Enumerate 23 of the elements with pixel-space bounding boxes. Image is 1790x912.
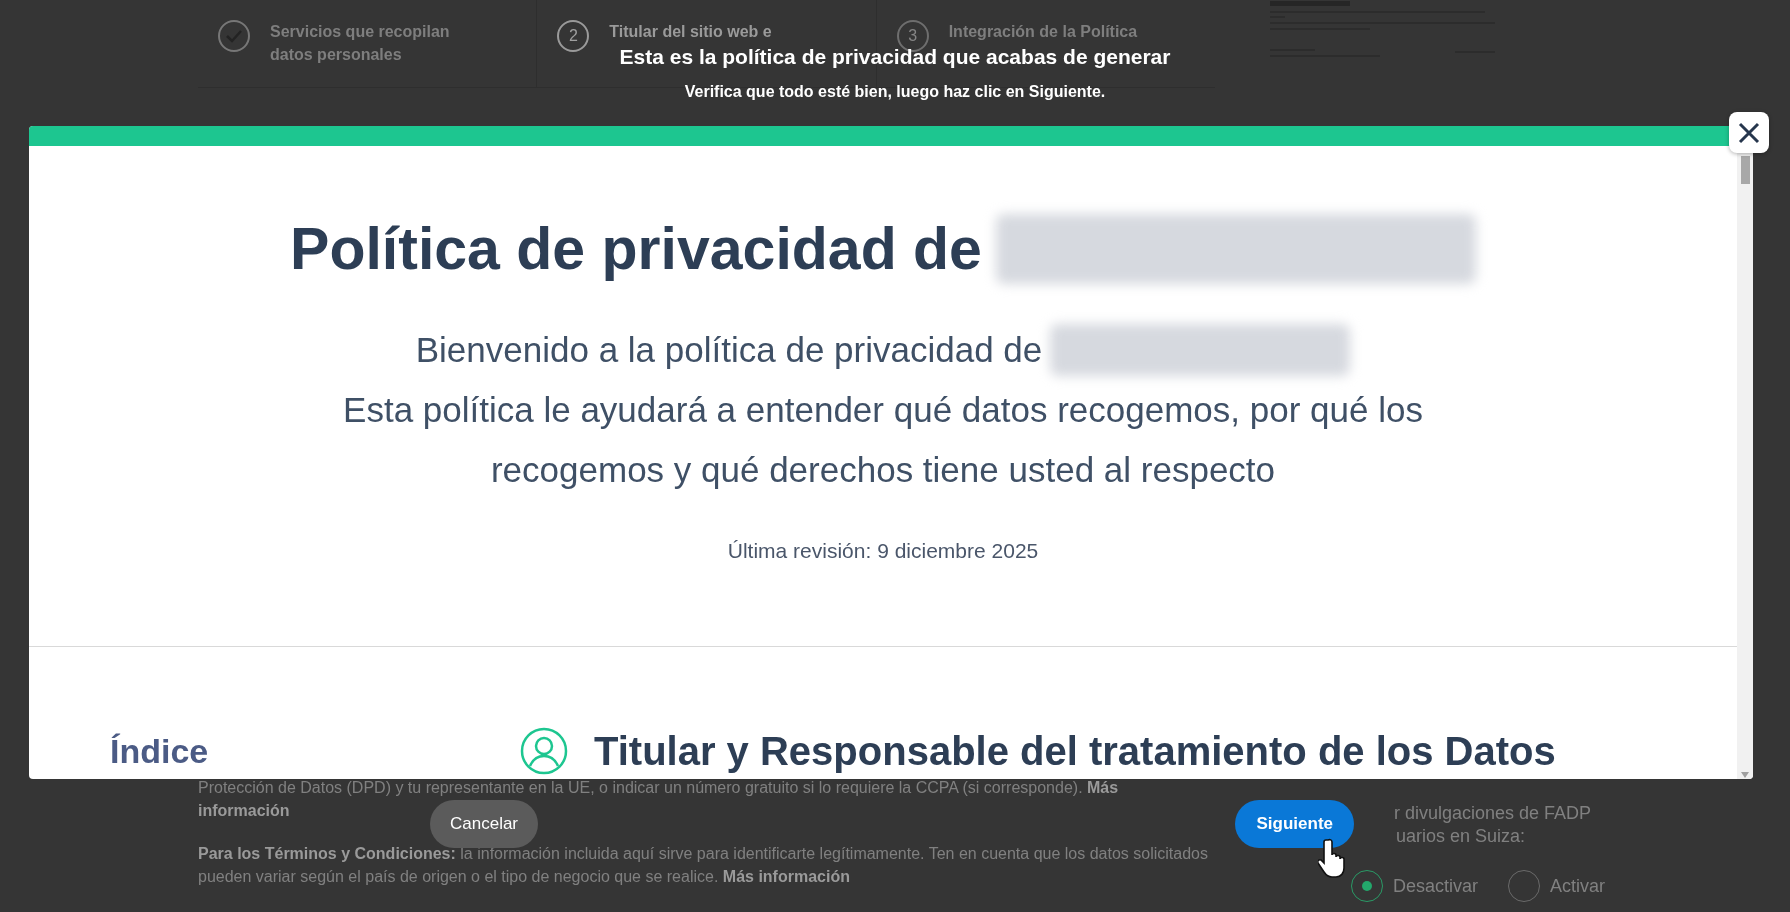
radio-label: Desactivar <box>1393 875 1479 897</box>
setting-label: r divulgaciones de FADP <box>1394 802 1593 825</box>
intro-text: Esta política le ayudará a entender qué datos recogemos, por qué los recogemos y qué derechos tiene usted al respecto <box>342 389 1424 491</box>
next-button[interactable]: Siguiente <box>1235 800 1354 848</box>
step-label: Titular del sitio web e <box>609 22 772 42</box>
check-icon <box>218 20 250 52</box>
setting-label: uarios en Suiza: <box>1396 825 1527 848</box>
step-label: Integración de la Política <box>948 22 1138 42</box>
scrollbar-thumb[interactable] <box>1740 156 1750 184</box>
index-heading: Índice <box>110 731 210 771</box>
revision-date: Última revisión: 9 diciembre 2025 <box>727 538 1039 564</box>
overlay-subtitle: Verifica que todo esté bien, luego haz clic en Siguiente. <box>684 83 1106 101</box>
policy-title: Política de privacidad de <box>290 215 982 284</box>
step-label: Servicios que recopilan datos personales <box>270 22 450 65</box>
cancel-button[interactable]: Cancelar <box>430 800 539 848</box>
scroll-down-icon[interactable] <box>1740 771 1750 779</box>
radio-label: Activar <box>1550 875 1606 897</box>
intro-text: Bienvenido a la política de privacidad de <box>415 329 1043 371</box>
close-button[interactable] <box>1729 112 1769 153</box>
section-heading: Titular y Responsable del tratamiento de los Datos <box>594 728 1556 774</box>
step-number: 2 <box>557 20 590 52</box>
close-icon <box>1738 121 1760 144</box>
person-icon <box>520 727 568 775</box>
